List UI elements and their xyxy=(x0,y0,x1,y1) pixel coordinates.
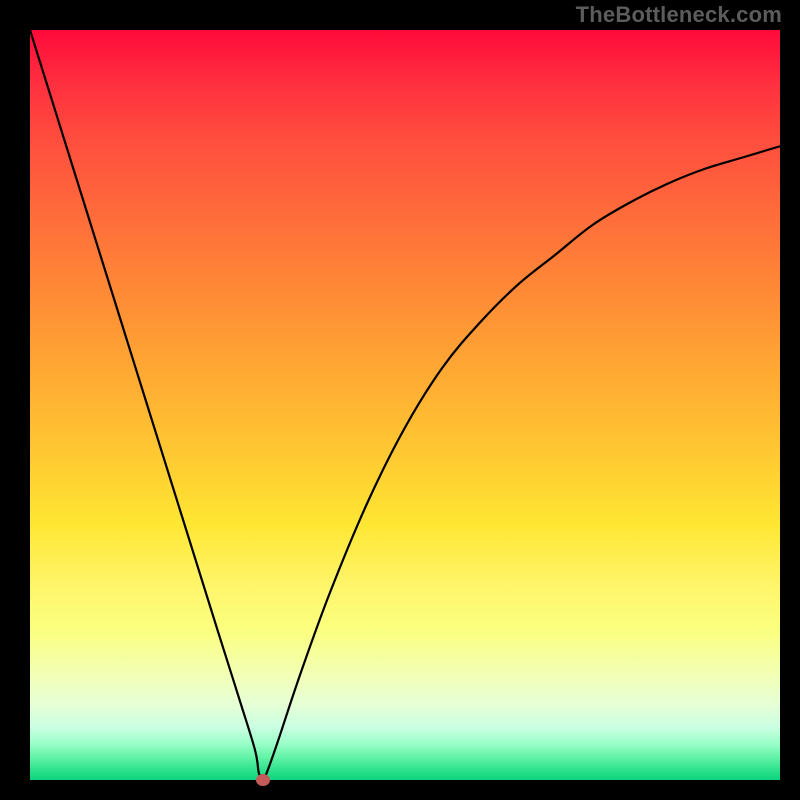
watermark-text: TheBottleneck.com xyxy=(576,2,782,28)
chart-frame: TheBottleneck.com xyxy=(0,0,800,800)
bottleneck-curve xyxy=(30,30,780,780)
curve-path xyxy=(30,30,780,780)
plot-area xyxy=(30,30,780,780)
minimum-marker xyxy=(256,774,270,786)
